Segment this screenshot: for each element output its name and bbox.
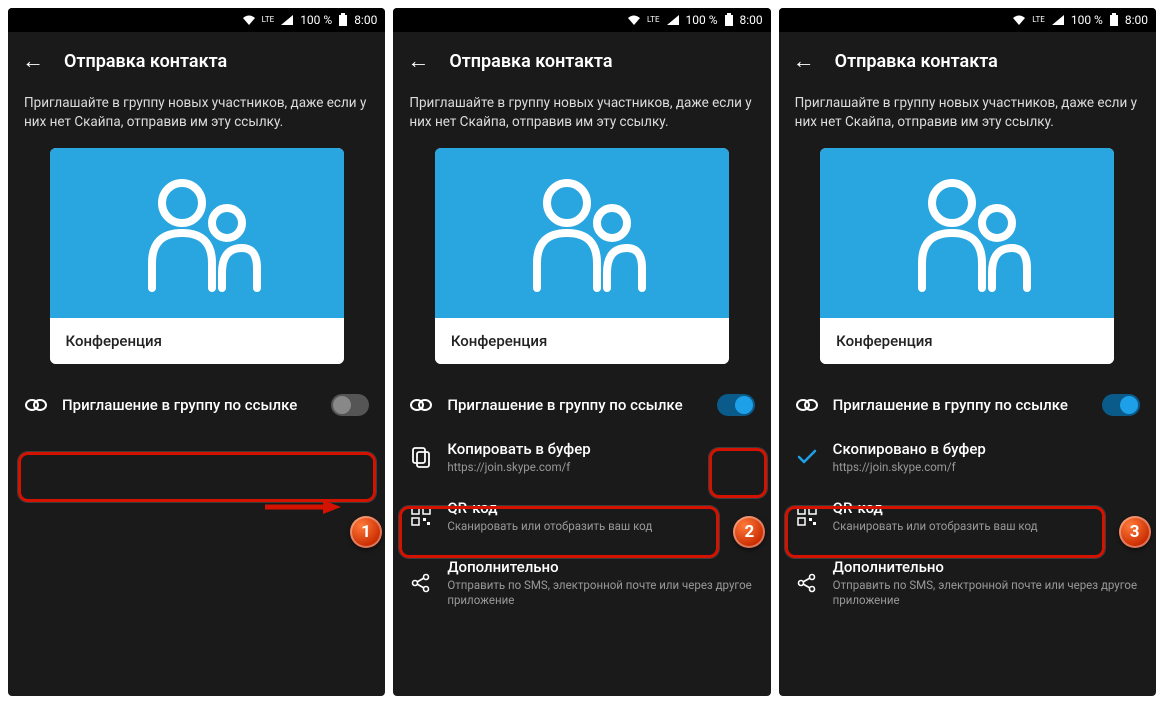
invite-link-toggle[interactable] — [1102, 394, 1140, 416]
qr-sub: Сканировать или отобразить ваш код — [447, 519, 754, 534]
page-title: Отправка контакта — [64, 51, 227, 72]
app-header: ← Отправка контакта — [8, 32, 385, 90]
status-bar: LTE 100 % 8:00 — [779, 8, 1156, 32]
red-arrow-icon — [263, 500, 343, 514]
copied-label: Скопировано в буфер — [833, 440, 1140, 458]
battery-pct: 100 % — [1071, 13, 1103, 27]
back-arrow-icon[interactable]: ← — [793, 48, 815, 74]
qr-label: QR-код — [447, 499, 754, 517]
app-header: ← Отправка контакта — [393, 32, 770, 90]
group-avatar — [820, 148, 1114, 318]
status-bar: LTE 100 % 8:00 — [393, 8, 770, 32]
phone-screen-2: LTE 100 % 8:00 ← Отправка контакта Пригл… — [393, 8, 770, 696]
phone-screen-3: LTE 100 % 8:00 ← Отправка контакта Пригл… — [779, 8, 1156, 696]
battery-pct: 100 % — [686, 13, 718, 27]
battery-icon — [1109, 13, 1119, 27]
battery-icon — [338, 13, 348, 27]
copy-to-clipboard-row[interactable]: Копировать в буфер https://join.skype.co… — [393, 428, 770, 487]
more-sub: Отправить по SMS, электронной почте или … — [833, 578, 1140, 608]
clock: 8:00 — [1125, 13, 1148, 27]
highlight-box-1 — [18, 452, 376, 502]
share-icon — [795, 573, 819, 593]
back-arrow-icon[interactable]: ← — [22, 48, 44, 74]
qr-label: QR-код — [833, 499, 1140, 517]
lte-label: LTE — [647, 16, 660, 24]
invite-link-row[interactable]: Приглашение в группу по ссылке — [779, 382, 1156, 428]
battery-pct: 100 % — [300, 13, 332, 27]
clock: 8:00 — [354, 13, 377, 27]
page-title: Отправка контакта — [835, 51, 998, 72]
conference-card: Конференция — [435, 148, 729, 364]
intro-text: Приглашайте в группу новых участников, д… — [393, 90, 770, 148]
page-title: Отправка контакта — [449, 51, 612, 72]
step-badge-1: 1 — [350, 516, 382, 548]
more-label: Дополнительно — [833, 558, 1140, 576]
copied-row[interactable]: Скопировано в буфер https://join.skype.c… — [779, 428, 1156, 487]
intro-text: Приглашайте в группу новых участников, д… — [8, 90, 385, 148]
signal-icon — [280, 14, 294, 26]
copy-link-text: https://join.skype.com/f — [447, 460, 754, 475]
intro-text: Приглашайте в группу новых участников, д… — [779, 90, 1156, 148]
signal-icon — [666, 14, 680, 26]
qr-icon — [409, 506, 433, 526]
invite-link-row[interactable]: Приглашение в группу по ссылке — [393, 382, 770, 428]
check-icon — [795, 448, 819, 466]
conference-card: Конференция — [820, 148, 1114, 364]
group-avatar — [435, 148, 729, 318]
app-header: ← Отправка контакта — [779, 32, 1156, 90]
battery-icon — [724, 13, 734, 27]
back-arrow-icon[interactable]: ← — [407, 48, 429, 74]
wifi-icon — [627, 14, 641, 26]
wifi-icon — [242, 14, 256, 26]
more-label: Дополнительно — [447, 558, 754, 576]
copy-label: Копировать в буфер — [447, 440, 754, 458]
lte-label: LTE — [1032, 16, 1045, 24]
qr-sub: Сканировать или отобразить ваш код — [833, 519, 1140, 534]
invite-link-label: Приглашение в группу по ссылке — [447, 396, 702, 414]
more-row[interactable]: Дополнительно Отправить по SMS, электрон… — [779, 546, 1156, 620]
invite-link-label: Приглашение в группу по ссылке — [62, 396, 317, 414]
invite-link-toggle[interactable] — [331, 394, 369, 416]
lte-label: LTE — [262, 16, 275, 24]
invite-link-label: Приглашение в группу по ссылке — [833, 396, 1088, 414]
copy-icon — [409, 446, 433, 468]
qr-code-row[interactable]: QR-код Сканировать или отобразить ваш ко… — [393, 487, 770, 546]
qr-code-row[interactable]: QR-код Сканировать или отобразить ваш ко… — [779, 487, 1156, 546]
step-badge-3: 3 — [1119, 516, 1151, 548]
group-avatar — [50, 148, 344, 318]
wifi-icon — [1012, 14, 1026, 26]
link-icon — [795, 398, 819, 412]
clock: 8:00 — [740, 13, 763, 27]
conference-label: Конференция — [50, 318, 344, 364]
invite-link-toggle[interactable] — [717, 394, 755, 416]
invite-link-row[interactable]: Приглашение в группу по ссылке — [8, 382, 385, 428]
link-icon — [409, 398, 433, 412]
conference-card: Конференция — [50, 148, 344, 364]
qr-icon — [795, 506, 819, 526]
more-row[interactable]: Дополнительно Отправить по SMS, электрон… — [393, 546, 770, 620]
phone-screen-1: LTE 100 % 8:00 ← Отправка контакта Пригл… — [8, 8, 385, 696]
link-icon — [24, 398, 48, 412]
copied-link-text: https://join.skype.com/f — [833, 460, 1140, 475]
more-sub: Отправить по SMS, электронной почте или … — [447, 578, 754, 608]
status-bar: LTE 100 % 8:00 — [8, 8, 385, 32]
share-icon — [409, 573, 433, 593]
conference-label: Конференция — [820, 318, 1114, 364]
conference-label: Конференция — [435, 318, 729, 364]
signal-icon — [1051, 14, 1065, 26]
